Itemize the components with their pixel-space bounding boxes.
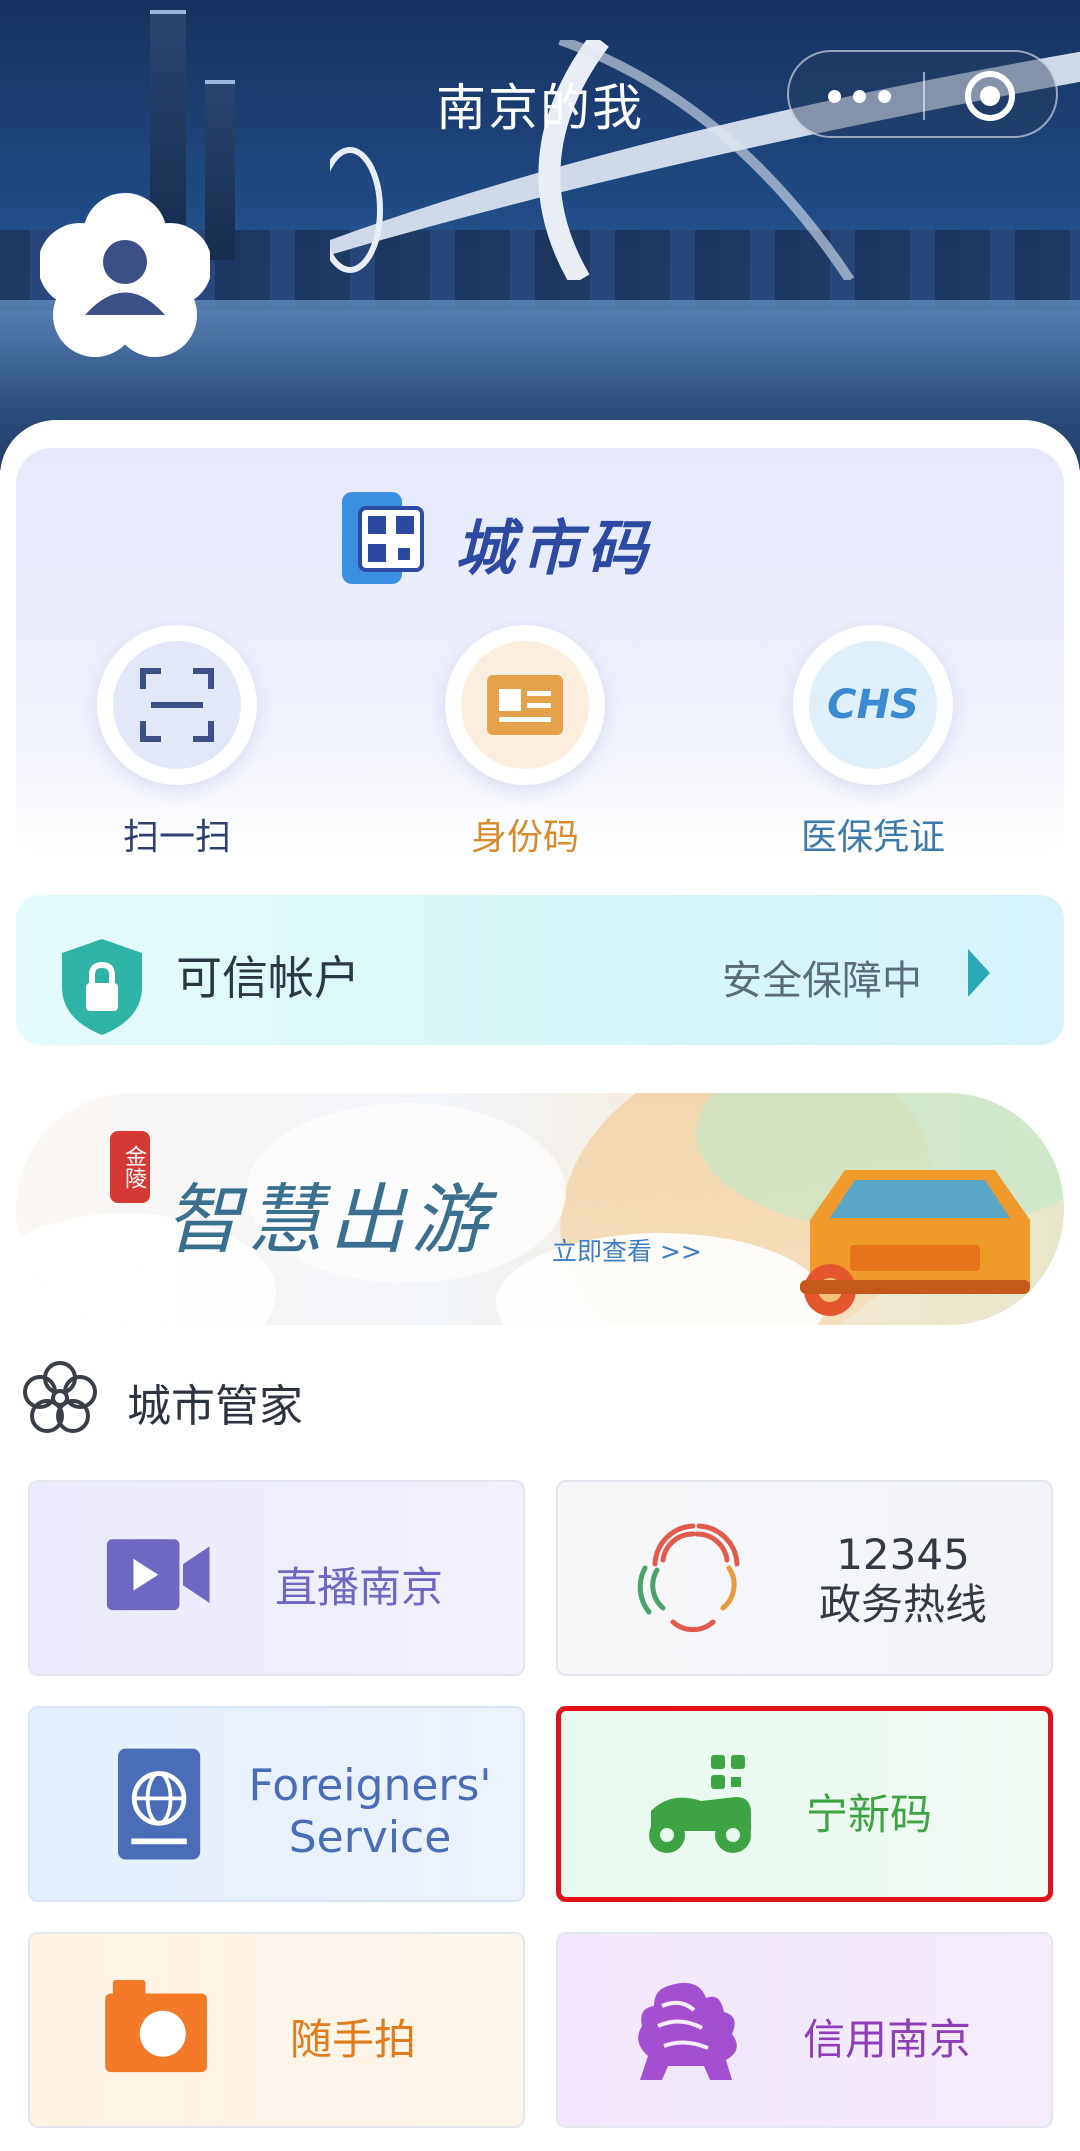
service-12345-hotline[interactable]: 12345 政务热线 xyxy=(556,1480,1053,1676)
avatar[interactable] xyxy=(40,190,210,360)
service-label: Foreigners' Service xyxy=(235,1760,505,1864)
more-button[interactable] xyxy=(819,80,899,112)
service-label: 信用南京 xyxy=(803,2015,972,2064)
service-label-line2: Service xyxy=(288,1812,452,1863)
medical-insurance-button[interactable]: CHS xyxy=(793,625,953,785)
hotline-icon xyxy=(637,1523,740,1633)
id-code-label: 身份码 xyxy=(470,817,579,858)
video-camera-icon xyxy=(106,1539,210,1611)
scan-icon xyxy=(140,668,214,742)
scan-label: 扫一扫 xyxy=(122,817,231,858)
chevron-right-icon xyxy=(968,949,990,997)
service-label: 12345 政务热线 xyxy=(803,1530,1003,1630)
scooter-qr-icon xyxy=(649,1755,751,1853)
banner-title: 智慧出游 xyxy=(165,1175,493,1264)
service-live-nanjing[interactable]: 直播南京 xyxy=(28,1480,525,1676)
id-card-icon xyxy=(487,675,563,735)
service-foreigners[interactable]: Foreigners' Service xyxy=(28,1706,525,1902)
service-label: 直播南京 xyxy=(275,1563,444,1612)
shield-lock-icon xyxy=(62,939,142,1035)
trusted-account-title: 可信帐户 xyxy=(176,951,360,1005)
plum-blossom-icon xyxy=(23,1361,97,1433)
close-button[interactable] xyxy=(965,71,1015,121)
service-label-text: 政务热线 xyxy=(818,1580,987,1629)
id-code-button[interactable] xyxy=(445,625,605,785)
service-label-number: 12345 xyxy=(836,1530,970,1579)
header-banner: 南京的我 xyxy=(0,0,1080,470)
chs-icon: CHS xyxy=(827,682,919,728)
banner-view-now-link[interactable]: 立即查看 >> xyxy=(552,1232,702,1268)
city-code-logo-icon xyxy=(342,492,424,584)
city-code-title: 城市码 xyxy=(455,514,653,584)
service-label: 宁新码 xyxy=(806,1790,933,1839)
car-illustration-icon xyxy=(800,1170,1030,1316)
medical-insurance-label: 医保凭证 xyxy=(800,817,945,858)
service-credit-nanjing[interactable]: 信用南京 xyxy=(556,1932,1053,2128)
service-label: 随手拍 xyxy=(290,2015,417,2064)
service-label-line1: Foreigners' xyxy=(248,1760,492,1811)
mini-program-capsule xyxy=(787,50,1058,138)
service-ningxin-code[interactable]: 宁新码 xyxy=(556,1706,1053,1902)
trusted-account-status: 安全保障中 xyxy=(722,958,922,1004)
capsule-divider xyxy=(923,72,925,120)
lion-icon xyxy=(638,1982,737,2080)
passport-icon xyxy=(118,1748,201,1860)
section-title: 城市管家 xyxy=(127,1381,303,1432)
seal-stamp: 金陵 xyxy=(110,1131,150,1203)
scan-button[interactable] xyxy=(97,625,257,785)
camera-icon xyxy=(105,1980,207,2073)
service-snapshot[interactable]: 随手拍 xyxy=(28,1932,525,2128)
